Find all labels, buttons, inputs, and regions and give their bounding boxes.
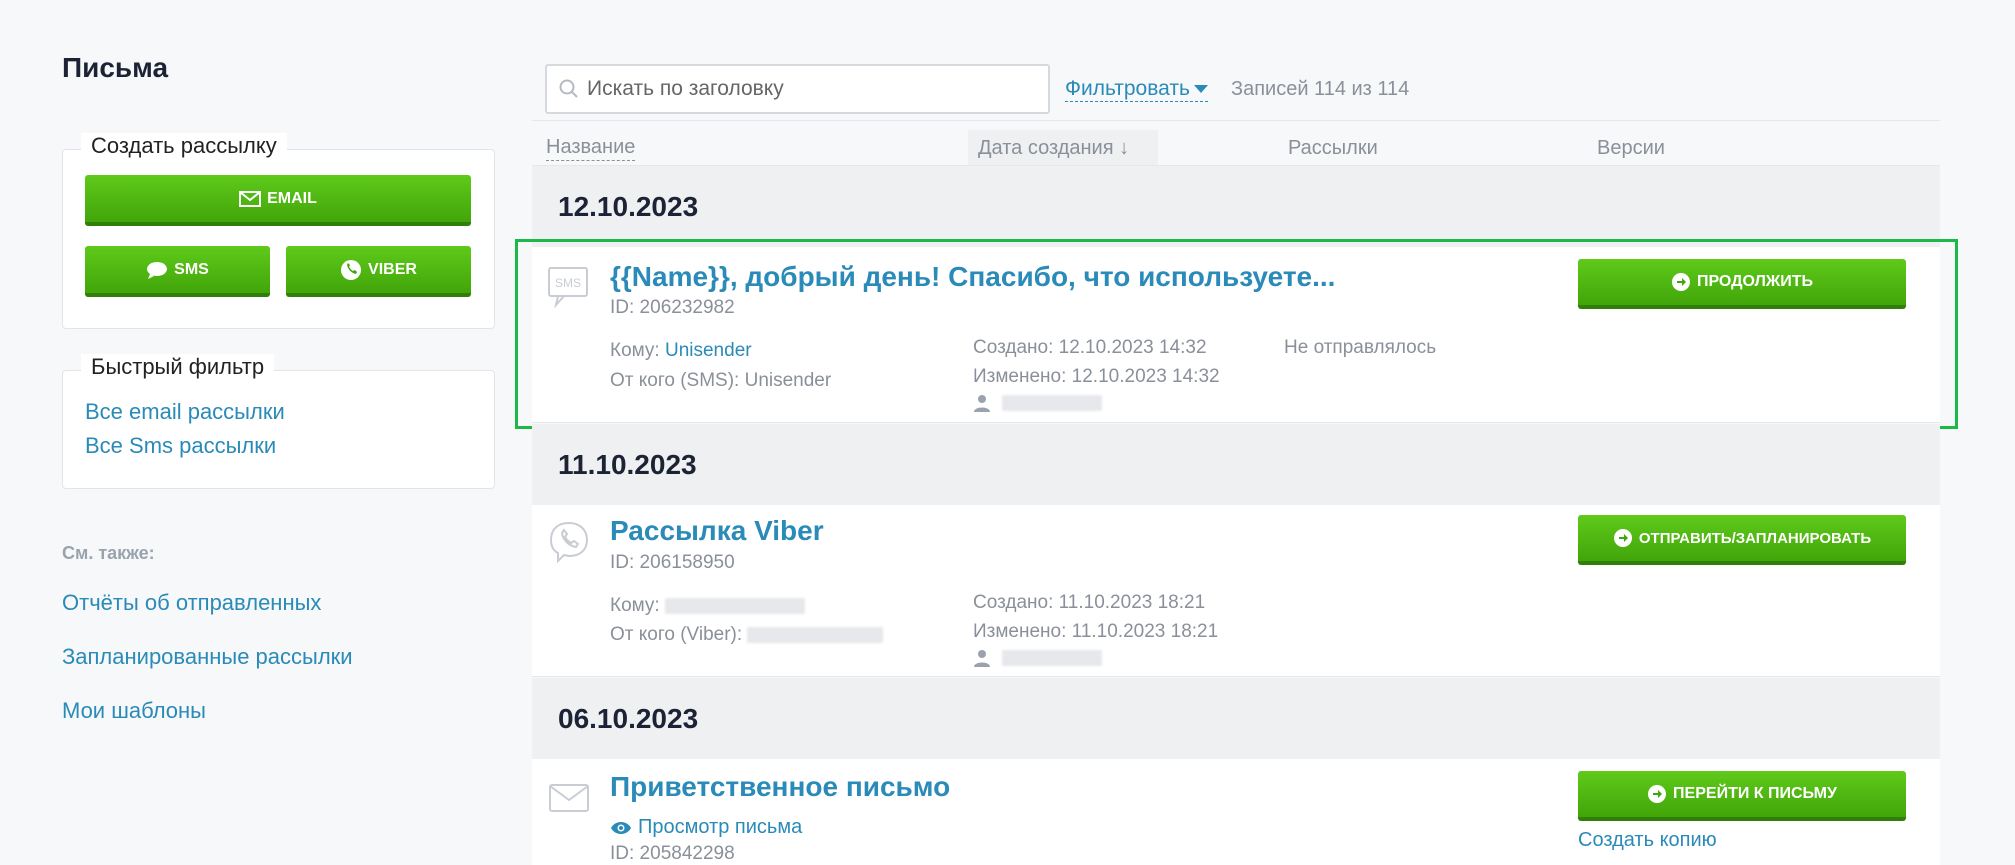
viber-icon — [549, 521, 589, 564]
create-copy-link[interactable]: Создать копию — [1578, 829, 1717, 852]
letter-title-link[interactable]: Рассылка Viber — [610, 515, 824, 547]
mailing-status: Не отправлялось — [1284, 337, 1437, 358]
search-box[interactable] — [545, 64, 1050, 114]
author-name-redacted — [1002, 394, 1103, 411]
send-schedule-button[interactable]: ОТПРАВИТЬ/ЗАПЛАНИРОВАТЬ — [1578, 515, 1906, 565]
letter-id: ID: 205842298 — [610, 843, 735, 864]
my-templates-link[interactable]: Мои шаблоны — [62, 698, 206, 724]
search-icon — [559, 79, 578, 98]
user-icon — [974, 649, 990, 667]
date-group-header: 06.10.2023 — [532, 678, 1940, 759]
letter-row[interactable]: Приветственное письмо Просмотр письма ID… — [532, 759, 1940, 865]
records-count: Записей 114 из 114 — [1231, 78, 1410, 100]
letter-title-link[interactable]: {{Name}}, добрый день! Спасибо, что испо… — [610, 261, 1335, 293]
sms-icon-text: SMS — [555, 276, 581, 290]
sent-reports-link[interactable]: Отчёты об отправленных — [62, 590, 321, 616]
preview-letter-label: Просмотр письма — [638, 816, 803, 838]
search-input[interactable] — [587, 77, 1027, 101]
column-header-name[interactable]: Название — [546, 135, 636, 161]
date-group-header: 11.10.2023 — [532, 424, 1940, 505]
create-mailing-legend: Создать рассылку — [81, 133, 287, 159]
user-icon — [974, 394, 990, 412]
created-date: Создано: 12.10.2023 14:32 — [973, 337, 1207, 358]
recipient-line: Кому: — [610, 595, 805, 617]
quick-filter-box: Быстрый фильтр Все email рассылки Все Sm… — [62, 354, 495, 489]
letter-row[interactable]: SMS {{Name}}, добрый день! Спасибо, что … — [532, 247, 1940, 423]
modified-date: Изменено: 11.10.2023 18:21 — [973, 621, 1219, 642]
sender-line: От кого (SMS): Unisender — [610, 370, 832, 391]
create-sms-button[interactable]: SMS — [85, 246, 270, 297]
arrow-circle-right-icon — [1613, 529, 1632, 547]
author-line — [973, 392, 1103, 414]
send-schedule-label: ОТПРАВИТЬ/ЗАПЛАНИРОВАТЬ — [1638, 529, 1872, 547]
create-viber-label: VIBER — [368, 260, 417, 278]
create-viber-button[interactable]: VIBER — [286, 246, 471, 297]
recipient-label: Кому: — [610, 340, 660, 361]
filter-all-email-link[interactable]: Все email рассылки — [85, 399, 285, 425]
recipient-link[interactable]: Unisender — [665, 340, 752, 361]
column-header-date[interactable]: Дата создания ↓ — [968, 130, 1158, 166]
sender-line: От кого (Viber): — [610, 624, 884, 646]
letter-title-link[interactable]: Приветственное письмо — [610, 771, 950, 803]
create-email-button[interactable]: EMAIL — [85, 175, 471, 226]
sms-icon: SMS — [548, 267, 588, 309]
go-to-letter-button[interactable]: ПЕРЕЙТИ К ПИСЬМУ — [1578, 771, 1906, 821]
eye-icon — [611, 821, 631, 834]
continue-button[interactable]: ПРОДОЛЖИТЬ — [1578, 259, 1906, 309]
page-title: Письма — [62, 52, 169, 83]
envelope-icon — [549, 784, 589, 812]
create-mailing-box: Создать рассылку EMAIL SMS VIBER — [62, 133, 495, 329]
letter-row[interactable]: Рассылка Viber ID: 206158950 Кому: От ко… — [532, 505, 1940, 677]
recipient-line: Кому: Unisender — [610, 340, 752, 362]
sender-label: От кого (Viber): — [610, 624, 743, 645]
arrow-circle-right-icon — [1648, 785, 1667, 803]
continue-label: ПРОДОЛЖИТЬ — [1696, 273, 1814, 290]
filter-all-sms-link[interactable]: Все Sms рассылки — [85, 433, 276, 459]
recipient-label: Кому: — [610, 595, 660, 616]
viber-icon — [341, 259, 362, 280]
date-group-header: 12.10.2023 — [532, 166, 1940, 247]
letter-id: ID: 206232982 — [610, 297, 735, 318]
created-date: Создано: 11.10.2023 18:21 — [973, 592, 1206, 613]
create-sms-label: SMS — [174, 260, 209, 278]
preview-letter-link[interactable]: Просмотр письма — [610, 816, 802, 839]
quick-filter-legend: Быстрый фильтр — [81, 354, 275, 380]
create-email-label: EMAIL — [267, 189, 317, 207]
letter-id: ID: 206158950 — [610, 552, 735, 573]
filter-label: Фильтровать — [1065, 77, 1190, 100]
column-header-versions: Версии — [1597, 137, 1665, 159]
go-to-letter-label: ПЕРЕЙТИ К ПИСЬМУ — [1673, 785, 1837, 802]
modified-date: Изменено: 12.10.2023 14:32 — [973, 366, 1220, 387]
sender-redacted — [747, 626, 884, 643]
filter-dropdown[interactable]: Фильтровать — [1065, 77, 1208, 102]
author-name-redacted — [1002, 649, 1103, 666]
chat-bubble-icon — [147, 261, 168, 279]
scheduled-mailings-link[interactable]: Запланированные рассылки — [62, 644, 353, 670]
envelope-icon — [239, 190, 262, 207]
author-line — [973, 647, 1103, 669]
header-divider — [532, 120, 1940, 121]
caret-down-icon — [1193, 85, 1208, 93]
see-also-label: См. также: — [62, 543, 155, 563]
recipient-redacted — [664, 597, 805, 614]
arrow-circle-right-icon — [1671, 273, 1690, 291]
column-header-mailings: Рассылки — [1288, 137, 1378, 159]
